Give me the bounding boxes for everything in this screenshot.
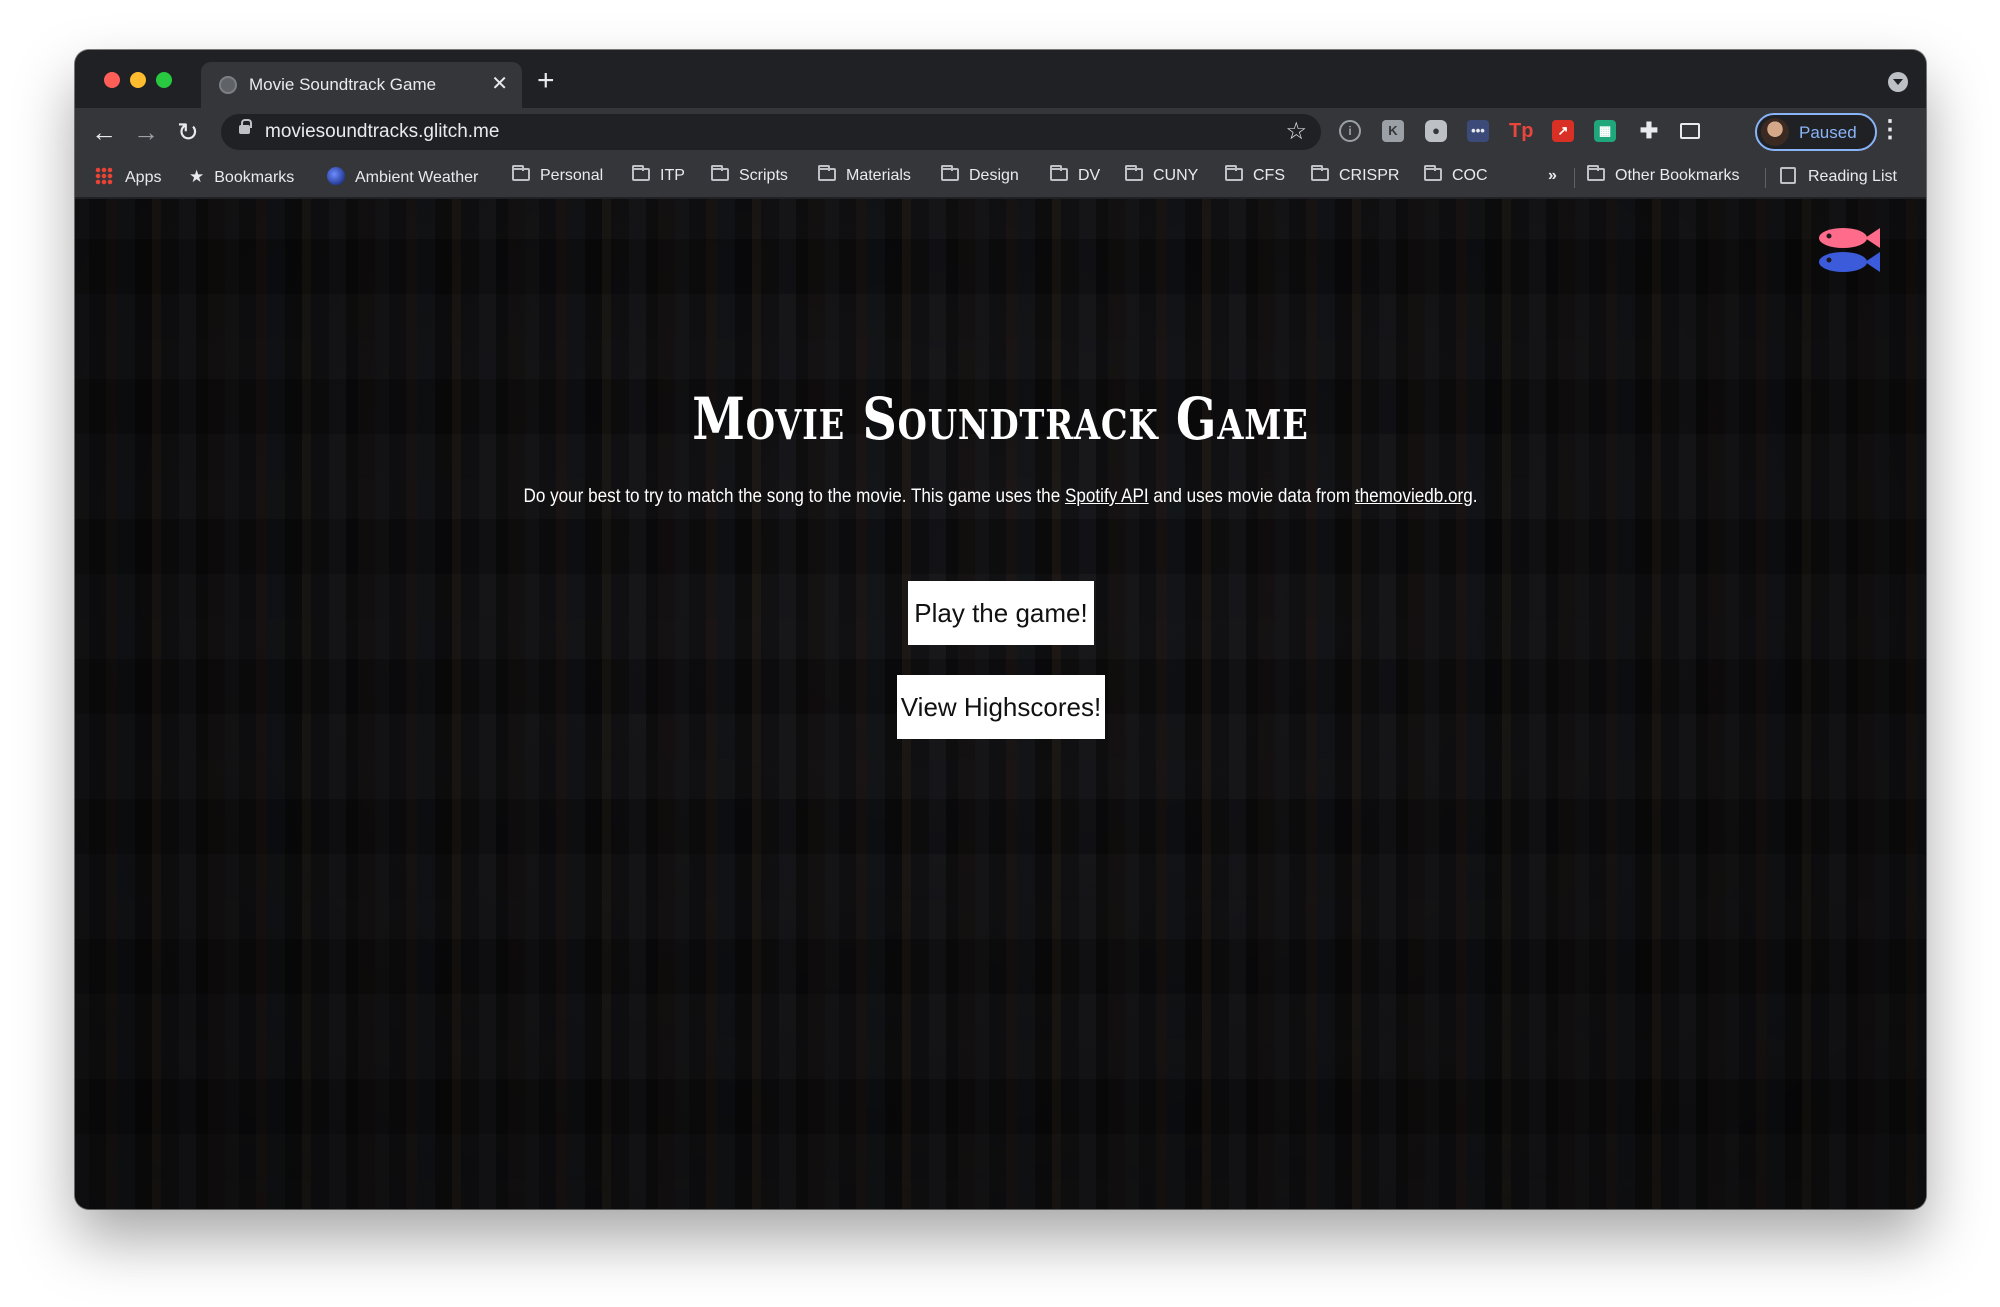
folder-icon xyxy=(1050,165,1068,181)
bookmark-bookmarks[interactable]: ★ Bookmarks xyxy=(189,167,294,187)
bookmark-personal[interactable]: Personal xyxy=(512,165,603,185)
bookmark-dv[interactable]: DV xyxy=(1050,165,1100,185)
bookmark-apps[interactable]: Apps xyxy=(95,167,161,187)
bookmark-cfs[interactable]: CFS xyxy=(1225,165,1285,185)
back-button[interactable]: ← xyxy=(91,117,117,147)
tab-search-icon[interactable] xyxy=(1888,72,1908,92)
bookmarks-divider xyxy=(1765,168,1766,188)
extensions-puzzle-icon[interactable]: ✚ xyxy=(1638,120,1660,142)
cast-icon[interactable] xyxy=(1680,123,1700,139)
camera-extension-icon[interactable]: ● xyxy=(1425,120,1447,142)
bookmarks-divider xyxy=(1574,168,1575,188)
toolbar: ← → ↻ moviesoundtracks.glitch.me ☆ i K ●… xyxy=(75,108,1926,156)
globe-icon xyxy=(219,76,237,94)
glitch-fish-icon[interactable] xyxy=(1810,222,1880,278)
view-highscores-button[interactable]: View Highscores! xyxy=(897,675,1105,739)
reading-list-button[interactable]: Reading List xyxy=(1780,167,1897,186)
url-text[interactable]: moviesoundtracks.glitch.me xyxy=(265,121,499,143)
bookmark-other-bookmarks[interactable]: Other Bookmarks xyxy=(1587,165,1739,185)
play-game-button[interactable]: Play the game! xyxy=(908,581,1094,645)
bookmark-crispr[interactable]: CRISPR xyxy=(1311,165,1399,185)
new-tab-button[interactable]: + xyxy=(537,64,555,98)
minimize-window-button[interactable] xyxy=(130,72,146,88)
folder-icon xyxy=(941,165,959,181)
folder-icon xyxy=(1424,165,1442,181)
folder-icon xyxy=(711,165,729,181)
profile-status: Paused xyxy=(1799,123,1857,142)
page-title: Movie Soundtrack Game xyxy=(692,385,1309,453)
reload-button[interactable]: ↻ xyxy=(177,117,199,147)
arrow-extension-icon[interactable]: ↗ xyxy=(1552,120,1574,142)
tp-extension-icon[interactable]: Tp xyxy=(1509,120,1533,142)
bookmark-itp[interactable]: ITP xyxy=(632,165,685,185)
forward-button[interactable]: → xyxy=(133,117,159,147)
folder-icon xyxy=(1587,165,1605,181)
star-icon: ★ xyxy=(189,167,205,186)
bookmark-coc[interactable]: COC xyxy=(1424,165,1488,185)
themoviedb-link[interactable]: themoviedb.org xyxy=(1355,486,1473,507)
bookmark-ambient-weather[interactable]: Ambient Weather xyxy=(327,167,478,187)
apps-grid-icon xyxy=(95,167,113,185)
page-description: Do your best to try to match the song to… xyxy=(523,486,1478,507)
close-window-button[interactable] xyxy=(104,72,120,88)
folder-icon xyxy=(1125,165,1143,181)
avatar xyxy=(1761,118,1789,146)
folder-icon xyxy=(1225,165,1243,181)
dots-extension-icon[interactable]: ••• xyxy=(1467,120,1489,142)
bookmark-cuny[interactable]: CUNY xyxy=(1125,165,1198,185)
folder-icon xyxy=(632,165,650,181)
bookmark-scripts[interactable]: Scripts xyxy=(711,165,788,185)
reading-list-icon xyxy=(1780,167,1796,184)
bookmarks-overflow-button[interactable]: » xyxy=(1548,167,1557,185)
folder-icon xyxy=(818,165,836,181)
zoom-window-button[interactable] xyxy=(156,72,172,88)
folder-icon xyxy=(1311,165,1329,181)
k-extension-icon[interactable]: K xyxy=(1382,120,1404,142)
folder-icon xyxy=(512,165,530,181)
tab-movie-soundtrack-game[interactable]: Movie Soundtrack Game ✕ xyxy=(201,62,522,108)
bookmark-materials[interactable]: Materials xyxy=(818,165,911,185)
grid-extension-icon[interactable]: ▦ xyxy=(1594,120,1616,142)
info-extension-icon[interactable]: i xyxy=(1339,120,1361,142)
bookmarks-bar: Apps ★ Bookmarks Ambient Weather Personal… xyxy=(75,156,1926,198)
browser-window: Movie Soundtrack Game ✕ + ← → ↻ moviesou… xyxy=(75,50,1926,1209)
tab-strip: Movie Soundtrack Game ✕ + xyxy=(75,50,1926,108)
address-bar[interactable]: moviesoundtracks.glitch.me ☆ xyxy=(221,114,1321,150)
spotify-api-link[interactable]: Spotify API xyxy=(1065,486,1149,507)
bookmark-design[interactable]: Design xyxy=(941,165,1019,185)
close-tab-icon[interactable]: ✕ xyxy=(491,71,508,96)
bookmark-star-icon[interactable]: ☆ xyxy=(1285,117,1307,146)
globe-icon xyxy=(327,167,345,185)
page-content: Movie Soundtrack Game Do your best to tr… xyxy=(75,199,1926,1209)
browser-menu-icon[interactable]: ⋮ xyxy=(1878,116,1902,144)
profile-button[interactable]: Paused xyxy=(1755,113,1877,151)
lock-icon[interactable] xyxy=(239,119,252,134)
tab-title: Movie Soundtrack Game xyxy=(249,75,437,94)
